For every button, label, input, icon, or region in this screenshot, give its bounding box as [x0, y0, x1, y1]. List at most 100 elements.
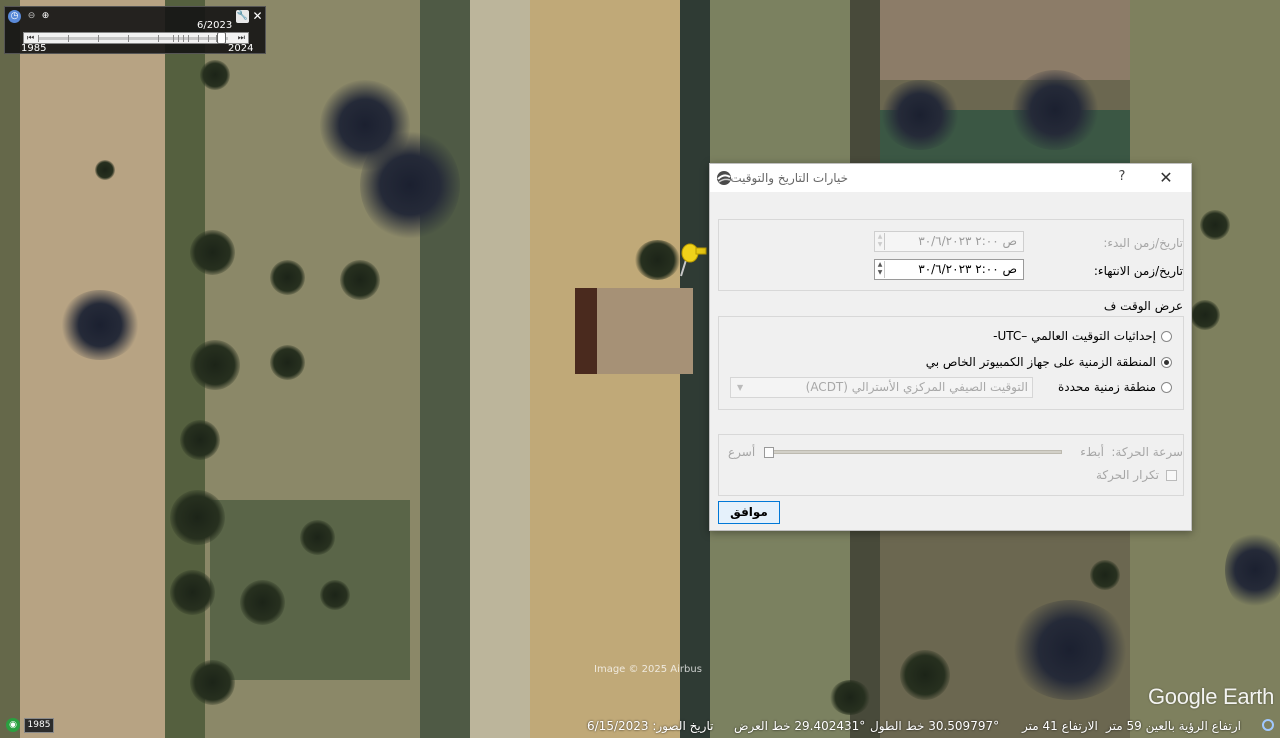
- date-time-options-dialog: خيارات التاريخ والتوقيت ? ✕ تاريخ/زمن ال…: [709, 163, 1192, 531]
- start-time-spinner[interactable]: ▲ ▼: [876, 233, 885, 250]
- tour-icon[interactable]: ◉: [6, 718, 20, 732]
- field-strip: [20, 0, 165, 738]
- tree: [900, 650, 950, 700]
- radio-selected-dot: [1164, 360, 1169, 365]
- palm-tree: [880, 80, 960, 150]
- tree: [1090, 560, 1120, 590]
- placemark-pin-icon[interactable]: [678, 238, 710, 278]
- timezone-select-value: التوقيت الصيفي المركزي الأسترالي (ACDT): [805, 380, 1028, 394]
- wrench-icon[interactable]: 🔧: [236, 10, 249, 23]
- slider-tick: [183, 35, 184, 42]
- slider-track-container[interactable]: ⏮ ⏭: [23, 32, 249, 44]
- slider-tick: [188, 35, 189, 42]
- end-time-field[interactable]: ▲ ▼ ص ٢:٠٠ ٣٠/٦/٢٠٢٣: [874, 259, 1024, 280]
- slider-track[interactable]: [38, 35, 228, 42]
- display-time-heading: عرض الوقت ف: [1103, 299, 1183, 313]
- elevation-readout: الارتفاع 41 متر: [1022, 719, 1098, 733]
- dialog-titlebar[interactable]: خيارات التاريخ والتوقيت ? ✕: [710, 164, 1191, 192]
- field-strip: [420, 0, 470, 738]
- tree: [200, 60, 230, 90]
- status-bar: ◉ 1985 تاريخ الصور: 6/15/2023 29.402431°…: [0, 716, 1280, 738]
- local-timezone-option-label[interactable]: المنطقة الزمنية على جهاز الكمبيوتر الخاص…: [926, 355, 1156, 369]
- tree: [1200, 210, 1230, 240]
- clock-icon[interactable]: ◷: [8, 10, 21, 23]
- field-strip: [470, 0, 530, 738]
- tree: [270, 345, 305, 380]
- tree: [170, 490, 225, 545]
- tree: [170, 570, 215, 615]
- slider-tick: [208, 35, 209, 42]
- tree: [635, 240, 680, 280]
- slider-tick: [128, 35, 129, 42]
- repeat-animation-checkbox[interactable]: [1166, 470, 1177, 481]
- speed-fast-label: أسرع: [728, 445, 756, 459]
- close-button[interactable]: ✕: [1157, 168, 1175, 188]
- tree: [830, 680, 870, 715]
- speed-slow-label: أبطء: [1080, 445, 1104, 459]
- slider-thumb[interactable]: [217, 32, 227, 44]
- tree: [190, 660, 235, 705]
- close-icon[interactable]: ✕: [251, 10, 264, 23]
- slider-tick: [158, 35, 159, 42]
- utc-option-label[interactable]: إحداثيات التوقيت العالمي –UTC-: [993, 329, 1156, 343]
- end-time-value: ص ٢:٠٠ ٣٠/٦/٢٠٢٣: [918, 262, 1017, 276]
- ok-button[interactable]: موافق: [718, 501, 780, 524]
- start-time-label: تاريخ/زمن البدء:: [1103, 236, 1183, 250]
- repeat-animation-label: تكرار الحركة: [1095, 468, 1159, 482]
- end-time-spinner[interactable]: ▲ ▼: [876, 261, 885, 278]
- utc-radio[interactable]: [1161, 331, 1172, 342]
- longitude-readout: 30.509797° خط الطول: [870, 719, 1000, 733]
- google-earth-logo: Google Earth: [1148, 684, 1275, 709]
- animation-speed-thumb[interactable]: [764, 447, 774, 458]
- imagery-date: تاريخ الصور: 6/15/2023: [587, 719, 714, 733]
- zoom-out-icon[interactable]: ⊖: [25, 10, 38, 23]
- slider-start-year: 1985: [21, 43, 47, 54]
- palm-tree: [60, 290, 140, 360]
- year-badge[interactable]: 1985: [24, 718, 54, 733]
- historical-imagery-slider: ◷ ⊖ ⊕ 🔧 ✕ 6/2023 ⏮ ⏭ 1985 2024: [4, 6, 266, 54]
- step-back-icon[interactable]: ⏮: [27, 33, 34, 43]
- end-time-label: تاريخ/زمن الانتهاء:: [1093, 264, 1183, 278]
- tree: [95, 160, 115, 180]
- tree: [190, 340, 240, 390]
- animation-speed-track[interactable]: [768, 450, 1062, 454]
- tree: [300, 520, 335, 555]
- chevron-down-icon: ▼: [737, 383, 744, 392]
- slider-tick: [178, 35, 179, 42]
- start-time-field[interactable]: ▲ ▼ ص ٢:٠٠ ٣٠/٦/٢٠٢٣: [874, 231, 1024, 252]
- field-strip: [0, 0, 20, 738]
- slider-tick: [38, 35, 39, 42]
- tree: [180, 420, 220, 460]
- tree: [240, 580, 285, 625]
- slider-current-date: 6/2023: [197, 20, 233, 31]
- time-range-group: [718, 219, 1184, 291]
- tree: [190, 230, 235, 275]
- palm-tree: [1225, 530, 1280, 610]
- field-patch: [880, 0, 1130, 80]
- animation-speed-label: سرعة الحركة:: [1111, 445, 1183, 459]
- step-forward-icon[interactable]: ⏭: [238, 33, 245, 43]
- start-time-value: ص ٢:٠٠ ٣٠/٦/٢٠٢٣: [918, 234, 1017, 248]
- imagery-attribution: Image © 2025 Airbus: [594, 664, 702, 675]
- tree: [270, 260, 305, 295]
- tree: [1190, 300, 1220, 330]
- specific-timezone-radio[interactable]: [1161, 382, 1172, 393]
- building-roof: [575, 288, 693, 374]
- eye-altitude-readout: ارتفاع الرؤية بالعين 59 متر: [1106, 719, 1241, 733]
- slider-tick: [98, 35, 99, 42]
- palm-tree: [1010, 70, 1100, 150]
- latitude-readout: 29.402431° خط العرض: [734, 719, 866, 733]
- help-button[interactable]: ?: [1115, 169, 1129, 187]
- timezone-select[interactable]: التوقيت الصيفي المركزي الأسترالي (ACDT) …: [730, 377, 1033, 398]
- animation-group: [718, 434, 1184, 496]
- zoom-in-icon[interactable]: ⊕: [39, 10, 52, 23]
- tree: [340, 260, 380, 300]
- slider-tick: [173, 35, 174, 42]
- slider-end-year: 2024: [228, 43, 254, 54]
- slider-tick: [68, 35, 69, 42]
- local-timezone-radio[interactable]: [1161, 357, 1172, 368]
- globe-status-icon: [1262, 719, 1274, 731]
- tree: [320, 580, 350, 610]
- dialog-title: خيارات التاريخ والتوقيت: [730, 171, 848, 185]
- specific-timezone-option-label[interactable]: منطقة زمنية محددة: [1058, 380, 1156, 394]
